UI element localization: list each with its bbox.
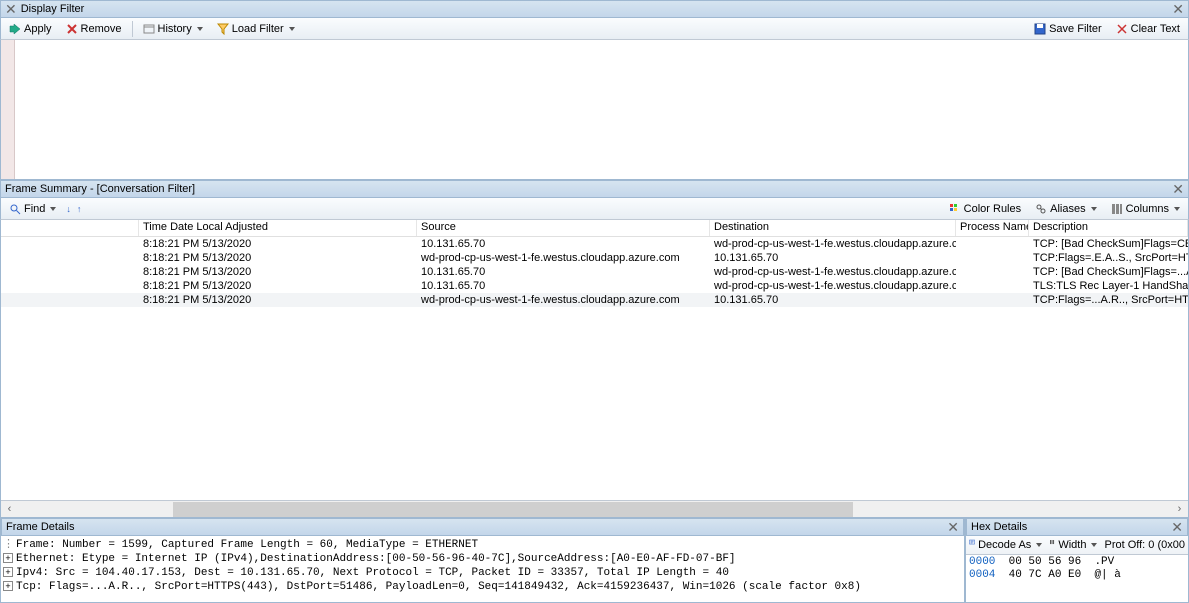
chevron-down-icon	[289, 27, 295, 31]
save-filter-button[interactable]: Save Filter	[1030, 22, 1106, 36]
expand-icon[interactable]: +	[3, 581, 13, 591]
frame-details-header: Frame Details ✕	[1, 518, 964, 536]
remove-icon	[66, 23, 78, 35]
col-time[interactable]: Time Date Local Adjusted	[139, 220, 417, 236]
frame-table-rows[interactable]: 8:18:21 PM 5/13/202010.131.65.70wd-prod-…	[1, 237, 1188, 307]
horizontal-scrollbar[interactable]: ‹ ›	[1, 500, 1188, 517]
display-filter-title: Display Filter	[21, 3, 85, 15]
filter-gutter	[1, 40, 15, 179]
frame-summary-toolbar: Find ↓ ↑ Color Rules Aliases Columns	[0, 198, 1189, 220]
tree-node[interactable]: +Tcp: Flags=...A.R.., SrcPort=HTTPS(443)…	[3, 580, 962, 594]
frame-table-header[interactable]: Time Date Local Adjusted Source Destinat…	[1, 220, 1188, 237]
table-row[interactable]: 8:18:21 PM 5/13/2020wd-prod-cp-us-west-1…	[1, 251, 1188, 265]
aliases-icon	[1035, 203, 1047, 215]
aliases-button[interactable]: Aliases	[1031, 202, 1100, 216]
expand-icon[interactable]: +	[3, 553, 13, 563]
apply-button[interactable]: Apply	[5, 22, 56, 36]
columns-icon	[1111, 203, 1123, 215]
chevron-down-icon	[197, 27, 203, 31]
close-icon[interactable]: ✕	[1172, 2, 1184, 16]
scroll-thumb[interactable]	[173, 502, 853, 517]
hex-line: 0000 00 50 56 96 .PV	[969, 556, 1185, 569]
load-filter-icon	[217, 23, 229, 35]
hex-details-header: Hex Details ✕	[966, 518, 1188, 536]
tree-node[interactable]: +Ipv4: Src = 104.40.17.153, Dest = 10.13…	[3, 566, 962, 580]
col-destination[interactable]: Destination	[710, 220, 956, 236]
nav-down-icon[interactable]: ↓	[66, 204, 71, 214]
hex-dump[interactable]: 0000 00 50 56 96 .PV0004 40 7C A0 E0 @| …	[966, 555, 1188, 583]
expand-icon[interactable]: +	[3, 567, 13, 577]
display-filter-header: ✕ Display Filter ✕	[0, 0, 1189, 18]
frame-summary-header: Frame Summary - [Conversation Filter] ✕	[0, 180, 1189, 198]
decode-as-button[interactable]: Decode As	[978, 539, 1031, 551]
frame-details-tree[interactable]: ⋮Frame: Number = 1599, Captured Frame Le…	[1, 536, 964, 594]
chevron-down-icon	[1036, 543, 1042, 547]
hex-toolbar: Decode As Width Prot Off: 0 (0x00	[966, 536, 1188, 555]
chevron-down-icon	[1091, 207, 1097, 211]
color-rules-icon	[949, 203, 961, 215]
width-icon	[1049, 539, 1055, 551]
hex-details-panel: Hex Details ✕ Decode As Width Prot Off: …	[965, 517, 1189, 603]
table-row[interactable]: 8:18:21 PM 5/13/202010.131.65.70wd-prod-…	[1, 237, 1188, 251]
table-row[interactable]: 8:18:21 PM 5/13/202010.131.65.70wd-prod-…	[1, 265, 1188, 279]
apply-icon	[9, 23, 21, 35]
prot-off-label: Prot Off: 0 (0x00	[1104, 539, 1185, 551]
search-icon	[9, 203, 21, 215]
columns-button[interactable]: Columns	[1107, 202, 1184, 216]
decode-icon	[969, 539, 975, 551]
chevron-down-icon	[1091, 543, 1097, 547]
color-rules-button[interactable]: Color Rules	[945, 202, 1025, 216]
clear-text-button[interactable]: Clear Text	[1112, 22, 1184, 36]
scroll-left-icon[interactable]: ‹	[1, 501, 18, 518]
nav-up-icon[interactable]: ↑	[77, 204, 82, 214]
clear-icon	[1116, 23, 1128, 35]
close-icon[interactable]: ✕	[1171, 520, 1183, 534]
tree-node[interactable]: +Ethernet: Etype = Internet IP (IPv4),De…	[3, 552, 962, 566]
remove-button[interactable]: Remove	[62, 22, 126, 36]
table-row[interactable]: 8:18:21 PM 5/13/202010.131.65.70wd-prod-…	[1, 279, 1188, 293]
chevron-down-icon	[1174, 207, 1180, 211]
frame-details-panel: Frame Details ✕ ⋮Frame: Number = 1599, C…	[0, 517, 965, 603]
close-icon[interactable]: ✕	[947, 520, 959, 534]
history-icon	[143, 23, 155, 35]
tree-node[interactable]: ⋮Frame: Number = 1599, Captured Frame Le…	[3, 538, 962, 552]
history-button[interactable]: History	[139, 22, 207, 36]
load-filter-button[interactable]: Load Filter	[213, 22, 299, 36]
hex-details-title: Hex Details	[971, 521, 1027, 533]
frame-summary-body: Time Date Local Adjusted Source Destinat…	[0, 220, 1189, 517]
table-row[interactable]: 8:18:21 PM 5/13/2020wd-prod-cp-us-west-1…	[1, 293, 1188, 307]
save-icon	[1034, 23, 1046, 35]
frame-summary-title: Frame Summary - [Conversation Filter]	[5, 183, 195, 195]
col-description[interactable]: Description	[1029, 220, 1188, 236]
display-filter-toolbar: Apply Remove History Load Filter Save Fi…	[0, 18, 1189, 40]
col-source[interactable]: Source	[417, 220, 710, 236]
scroll-right-icon[interactable]: ›	[1171, 501, 1188, 518]
close-icon[interactable]: ✕	[5, 2, 17, 16]
close-icon[interactable]: ✕	[1172, 182, 1184, 196]
hex-line: 0004 40 7C A0 E0 @| à	[969, 569, 1185, 582]
chevron-down-icon	[50, 207, 56, 211]
frame-details-title: Frame Details	[6, 521, 74, 533]
width-button[interactable]: Width	[1058, 539, 1086, 551]
filter-text-area[interactable]	[0, 40, 1189, 180]
col-process-name[interactable]: Process Name	[956, 220, 1029, 236]
find-button[interactable]: Find	[5, 202, 60, 216]
